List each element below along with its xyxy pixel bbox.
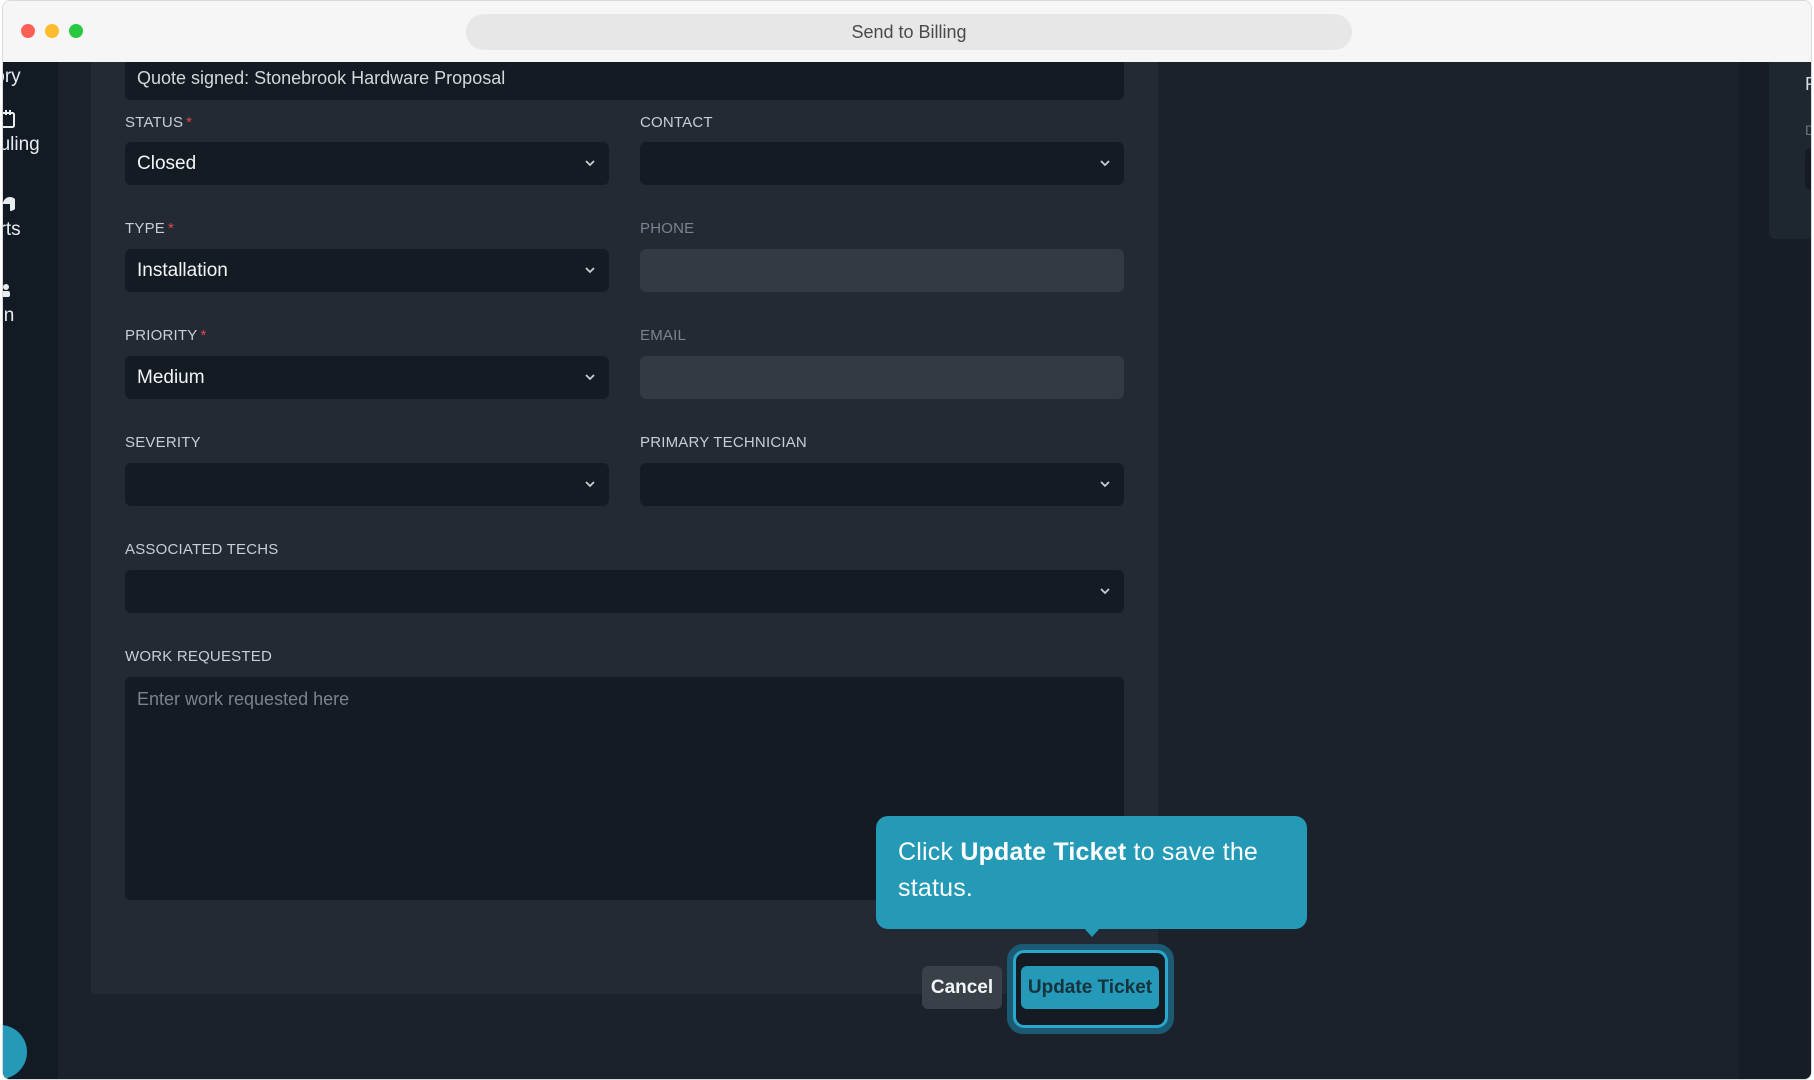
type-label: TYPE * [125, 220, 175, 237]
email-label: EMAIL [640, 327, 687, 344]
sidebar-item-label: tory [3, 66, 21, 87]
work-requested-placeholder: Enter work requested here [137, 689, 350, 709]
type-select[interactable]: Installation [125, 249, 609, 292]
associated-techs-label: ASSOCIATED TECHS [125, 541, 279, 558]
required-marker: * [167, 220, 175, 237]
chevron-down-icon [1100, 160, 1110, 167]
browser-window: Send to Billing tory duling orts [2, 0, 1812, 1080]
sidebar-item-label: duling [3, 134, 40, 155]
minimize-window-button[interactable] [45, 24, 59, 38]
help-button[interactable] [3, 1025, 27, 1079]
type-value: Installation [137, 259, 228, 281]
chart-icon [3, 195, 58, 215]
title-bar: Send to Billing [3, 1, 1811, 62]
work-requested-label: WORK REQUESTED [125, 648, 272, 665]
phone-label: PHONE [640, 220, 695, 237]
status-value: Closed [137, 152, 197, 174]
cancel-button[interactable]: Cancel [922, 966, 1002, 1009]
window-title: Send to Billing [851, 21, 967, 42]
close-window-button[interactable] [21, 24, 35, 38]
sidebar-item-scheduling[interactable]: duling [3, 110, 58, 156]
right-card-sublabel: D [1805, 122, 1811, 138]
app-content: tory duling orts nin [3, 62, 1811, 1079]
sidebar-item-inventory[interactable]: tory [3, 66, 58, 88]
primary-technician-label: PRIMARY TECHNICIAN [640, 434, 807, 451]
required-marker: * [186, 114, 193, 131]
chevron-down-icon [1100, 588, 1110, 595]
right-panel: R D [1739, 62, 1811, 1079]
associated-techs-select[interactable] [125, 570, 1124, 613]
chevron-down-icon [585, 374, 595, 381]
address-bar[interactable]: Send to Billing [466, 14, 1352, 50]
right-card-input[interactable] [1805, 148, 1811, 190]
user-gear-icon [3, 281, 58, 301]
subject-value: Quote signed: Stonebrook Hardware Propos… [137, 68, 506, 88]
guide-tooltip: Click Update Ticket to save the status. [876, 816, 1307, 929]
priority-label: PRIORITY * [125, 327, 207, 344]
chevron-down-icon [585, 481, 595, 488]
right-card-label: R [1805, 74, 1811, 95]
update-ticket-button[interactable]: Update Ticket [1021, 966, 1159, 1009]
tooltip-prefix: Click [898, 838, 961, 866]
sidebar: tory duling orts nin [3, 62, 58, 1079]
status-select[interactable]: Closed [125, 142, 609, 185]
subject-input[interactable]: Quote signed: Stonebrook Hardware Propos… [125, 62, 1124, 100]
sidebar-item-label: orts [3, 219, 21, 240]
chevron-down-icon [1100, 481, 1110, 488]
sidebar-item-admin[interactable]: nin [3, 281, 58, 327]
right-card: R D [1769, 62, 1811, 239]
maximize-window-button[interactable] [69, 24, 83, 38]
primary-technician-select[interactable] [640, 463, 1124, 506]
chevron-down-icon [585, 267, 595, 274]
priority-value: Medium [137, 366, 205, 388]
tooltip-arrow [1083, 927, 1101, 937]
severity-select[interactable] [125, 463, 609, 506]
chevron-down-icon [585, 160, 595, 167]
sidebar-item-reports[interactable]: orts [3, 195, 58, 241]
contact-select[interactable] [640, 142, 1124, 185]
sidebar-item-label: nin [3, 305, 15, 326]
tooltip-bold: Update Ticket [960, 838, 1127, 866]
contact-label: CONTACT [640, 114, 713, 131]
email-field [640, 356, 1124, 399]
calendar-icon [3, 110, 58, 130]
required-marker: * [200, 327, 207, 344]
status-label: STATUS * [125, 114, 193, 131]
severity-label: SEVERITY [125, 434, 201, 451]
phone-field [640, 249, 1124, 292]
priority-select[interactable]: Medium [125, 356, 609, 399]
